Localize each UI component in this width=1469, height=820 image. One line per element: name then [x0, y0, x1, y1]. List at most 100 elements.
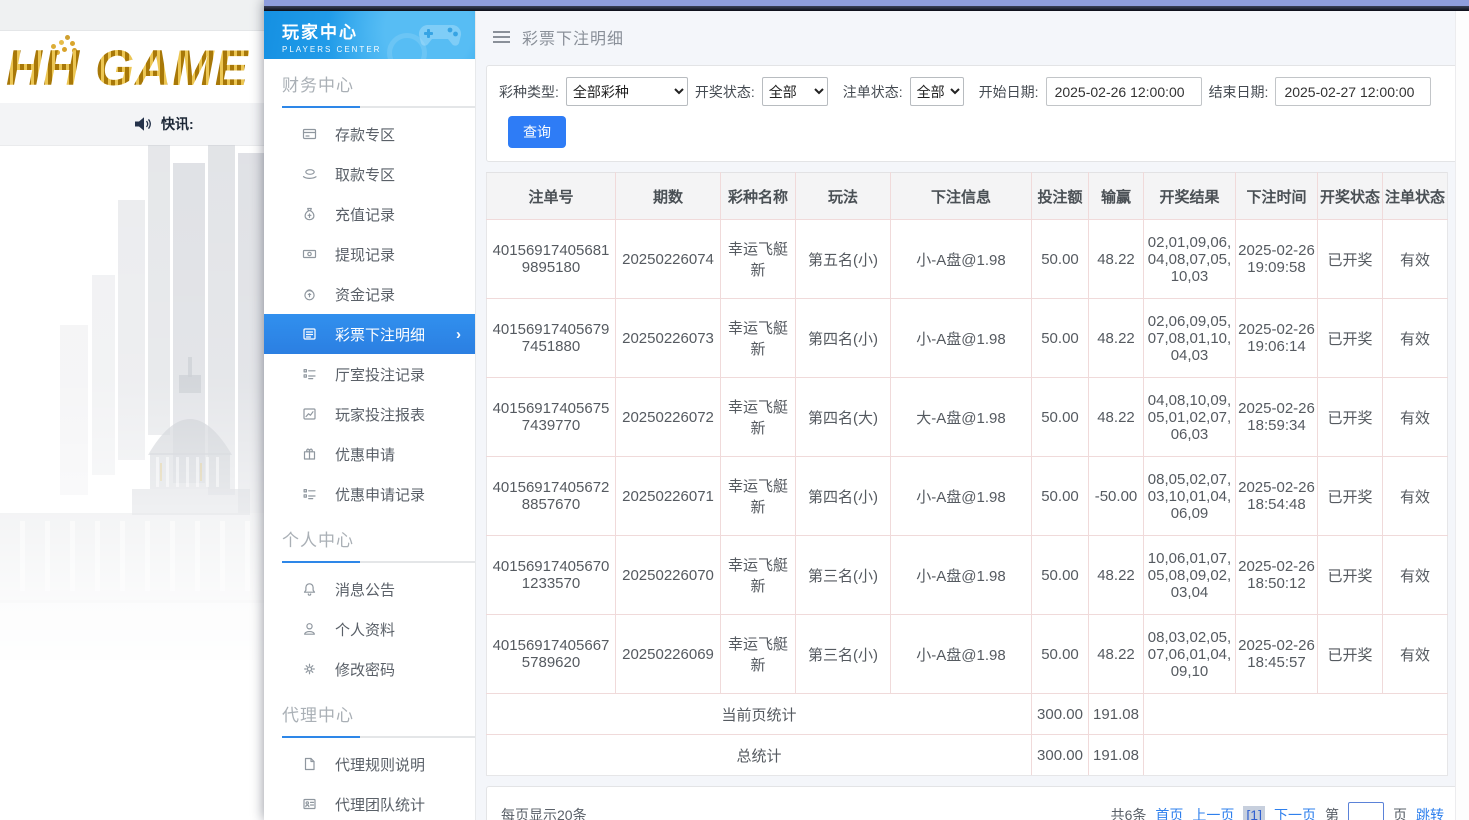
player-center-panel: 玩家中心 PLAYERS CENTER 财务中心存款专区取款专区充值记录提现记录…: [264, 0, 1469, 820]
column-header: 期数: [616, 173, 721, 220]
site-logo: HH GAME: [6, 39, 249, 97]
table-cell: 20250226073: [616, 299, 721, 378]
jump-prefix-label: 第: [1325, 805, 1339, 820]
player-center-subtitle: PLAYERS CENTER: [264, 43, 475, 54]
table-cell: 20250226070: [616, 536, 721, 615]
table-cell: 2025-02-26 18:54:48: [1236, 457, 1318, 536]
column-header: 下注时间: [1236, 173, 1318, 220]
end-date-input[interactable]: [1275, 77, 1431, 106]
sidebar-section-title: 代理中心: [282, 701, 475, 726]
sidebar-item[interactable]: 取款专区: [264, 154, 475, 194]
table-cell: 2025-02-26 19:06:14: [1236, 299, 1318, 378]
jump-suffix-label: 页: [1393, 805, 1407, 820]
table-cell: 已开奖: [1318, 536, 1383, 615]
table-cell: 401569174056757439770: [487, 378, 616, 457]
sidebar-item[interactable]: 玩家投注报表: [264, 394, 475, 434]
sidebar-item[interactable]: 代理团队统计: [264, 784, 475, 820]
sidebar-item-label: 充值记录: [335, 204, 395, 225]
sidebar-item[interactable]: 优惠申请: [264, 434, 475, 474]
total-count-text: 共6条: [1111, 805, 1147, 820]
table-cell: 20250226074: [616, 220, 721, 299]
table-cell: 48.22: [1089, 220, 1144, 299]
table-cell: 小-A盘@1.98: [891, 220, 1032, 299]
table-cell: 2025-02-26 19:09:58: [1236, 220, 1318, 299]
filter-panel: 彩种类型: 全部彩种 开奖状态: 全部 注单状态: 全部 开始日期:: [486, 65, 1459, 162]
sidebar-item[interactable]: 代理规则说明: [264, 744, 475, 784]
summary-empty: [1144, 694, 1448, 735]
sidebar-section-title: 个人中心: [282, 526, 475, 551]
sidebar-item[interactable]: 彩票下注明细›: [264, 314, 475, 354]
sidebar-item[interactable]: 充值记录: [264, 194, 475, 234]
column-header: 注单状态: [1383, 173, 1448, 220]
draw-status-select[interactable]: 全部: [762, 77, 828, 106]
table-cell: 已开奖: [1318, 299, 1383, 378]
sidebar-item[interactable]: 存款专区: [264, 114, 475, 154]
table-cell: 48.22: [1089, 299, 1144, 378]
summary-label: 当前页统计: [487, 694, 1032, 735]
order-status-select[interactable]: 全部: [910, 77, 964, 106]
start-date-input[interactable]: [1046, 77, 1202, 106]
sidebar-item[interactable]: 资金记录: [264, 274, 475, 314]
table-cell: 有效: [1383, 457, 1448, 536]
table-cell: 20250226072: [616, 378, 721, 457]
search-button[interactable]: 查询: [508, 116, 566, 148]
sidebar-item-label: 彩票下注明细: [335, 324, 425, 345]
table-cell: 401569174056819895180: [487, 220, 616, 299]
next-page-link[interactable]: 下一页: [1274, 805, 1316, 820]
table-cell: 幸运飞艇新: [721, 457, 796, 536]
section-divider: [282, 106, 475, 108]
sidebar-nav: 财务中心存款专区取款专区充值记录提现记录资金记录彩票下注明细›厅室投注记录玩家投…: [264, 71, 475, 820]
sidebar-item[interactable]: 消息公告: [264, 569, 475, 609]
hamburger-menu-icon[interactable]: [493, 31, 510, 43]
prev-page-link[interactable]: 上一页: [1192, 805, 1234, 820]
sidebar-item[interactable]: 个人资料: [264, 609, 475, 649]
table-cell: 第四名(小): [796, 299, 891, 378]
main-content: 彩票下注明细 彩种类型: 全部彩种 开奖状态: 全部 注单状态:: [476, 11, 1469, 820]
sidebar: 玩家中心 PLAYERS CENTER 财务中心存款专区取款专区充值记录提现记录…: [264, 11, 476, 820]
sidebar-item-label: 代理规则说明: [335, 754, 425, 775]
order-status-label: 注单状态:: [843, 82, 903, 102]
sidebar-item[interactable]: 修改密码: [264, 649, 475, 689]
sidebar-item-label: 优惠申请记录: [335, 484, 425, 505]
summary-empty: [1144, 735, 1448, 776]
table-cell: 幸运飞艇新: [721, 220, 796, 299]
sidebar-item[interactable]: 厅室投注记录: [264, 354, 475, 394]
table-cell: 48.22: [1089, 378, 1144, 457]
table-row: 40156917405667578962020250226069幸运飞艇新第三名…: [487, 615, 1448, 694]
sidebar-item[interactable]: 提现记录: [264, 234, 475, 274]
background-fade-overlay: [0, 145, 264, 820]
jump-button[interactable]: 跳转: [1416, 805, 1444, 820]
sidebar-header: 玩家中心 PLAYERS CENTER: [264, 11, 475, 59]
bell-icon: [301, 581, 318, 597]
section-divider: [282, 561, 475, 563]
table-cell: 50.00: [1032, 457, 1089, 536]
page-title: 彩票下注明细: [522, 25, 624, 49]
lottery-type-select[interactable]: 全部彩种: [566, 77, 688, 106]
table-cell: 有效: [1383, 536, 1448, 615]
sidebar-item-label: 玩家投注报表: [335, 404, 425, 425]
lottery-type-label: 彩种类型:: [499, 82, 559, 102]
sidebar-item[interactable]: 优惠申请记录: [264, 474, 475, 514]
scrollbar-track[interactable]: [1455, 11, 1469, 820]
summary-amount: 300.00: [1032, 694, 1089, 735]
sidebar-item-label: 存款专区: [335, 124, 395, 145]
table-cell: 401569174056701233570: [487, 536, 616, 615]
jump-page-input[interactable]: [1348, 802, 1384, 820]
table-cell: 第三名(小): [796, 536, 891, 615]
background-top-bar: [0, 0, 264, 31]
list-icon: [301, 326, 318, 342]
first-page-link[interactable]: 首页: [1155, 805, 1183, 820]
table-cell: 2025-02-26 18:50:12: [1236, 536, 1318, 615]
page-size-text: 每页显示20条: [501, 805, 587, 820]
table-cell: 04,08,10,09,05,01,02,07,06,03: [1144, 378, 1236, 457]
chart-icon: [301, 406, 318, 422]
table-cell: 第四名(小): [796, 457, 891, 536]
table-row: 40156917405681989518020250226074幸运飞艇新第五名…: [487, 220, 1448, 299]
table-cell: 20250226069: [616, 615, 721, 694]
table-cell: 50.00: [1032, 220, 1089, 299]
id-card-icon: [301, 796, 318, 812]
table-cell: 2025-02-26 18:59:34: [1236, 378, 1318, 457]
table-cell: -50.00: [1089, 457, 1144, 536]
table-cell: 有效: [1383, 378, 1448, 457]
table-row: 40156917405670123357020250226070幸运飞艇新第三名…: [487, 536, 1448, 615]
